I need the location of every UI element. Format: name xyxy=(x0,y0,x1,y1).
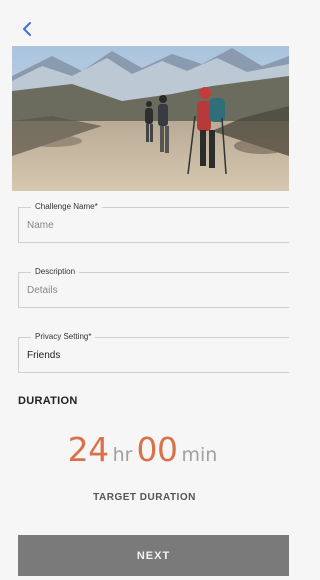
duration-picker[interactable]: 24 hr 00 min xyxy=(0,430,289,472)
privacy-setting-value: Friends xyxy=(27,350,61,361)
privacy-setting-label: Privacy Setting* xyxy=(31,331,96,343)
hikers-photo xyxy=(12,46,289,191)
description-label: Description xyxy=(31,266,80,278)
privacy-setting-select[interactable]: Privacy Setting* Friends xyxy=(18,331,289,373)
minutes-value[interactable]: 00 xyxy=(137,430,179,469)
top-bar xyxy=(0,0,289,46)
hero-image xyxy=(12,46,289,191)
hours-unit: hr xyxy=(112,444,133,466)
challenge-name-label: Challenge Name* xyxy=(31,201,102,213)
description-field[interactable]: Description Details xyxy=(18,266,289,308)
hours-value[interactable]: 24 xyxy=(68,430,110,469)
challenge-name-field[interactable]: Challenge Name* Name xyxy=(18,201,289,243)
minutes-unit: min xyxy=(181,444,218,466)
back-button[interactable] xyxy=(20,20,36,38)
chevron-left-icon xyxy=(23,22,31,36)
description-placeholder: Details xyxy=(27,285,58,296)
target-duration-caption: TARGET DURATION xyxy=(93,492,196,503)
next-button[interactable]: NEXT xyxy=(18,535,289,576)
duration-title: DURATION xyxy=(18,395,78,407)
challenge-name-placeholder: Name xyxy=(27,220,54,231)
